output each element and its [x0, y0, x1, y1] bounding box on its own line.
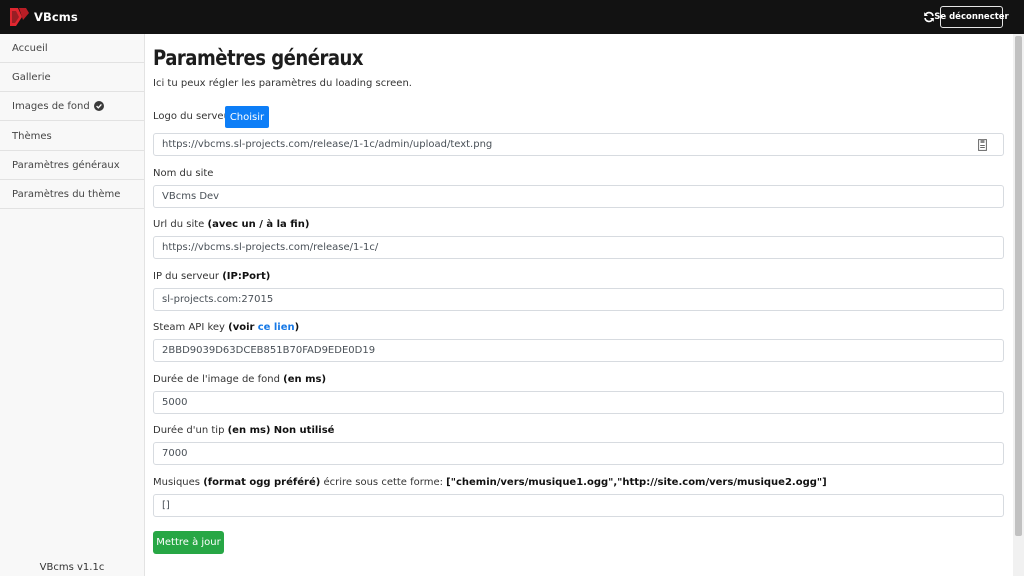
- site-name-value: VBcms Dev: [162, 191, 220, 202]
- sidebar-item-parametres-generaux[interactable]: Paramètres généraux: [0, 151, 144, 180]
- sidebar-item-parametres-du-theme[interactable]: Paramètres du thème: [0, 180, 144, 209]
- page-intro: Ici tu peux régler les paramètres du loa…: [153, 78, 412, 89]
- server-ip-label: IP du serveur (IP:Port): [153, 271, 270, 282]
- sidebar-item-label: Paramètres du thème: [12, 188, 121, 200]
- steam-key-label: Steam API key (voir ce lien): [153, 322, 299, 333]
- site-url-label: Url du site (avec un / à la fin): [153, 219, 309, 230]
- page-scrollbar[interactable]: [1013, 34, 1024, 576]
- brand[interactable]: VBcms: [8, 7, 78, 27]
- sidebar-item-label: Thèmes: [12, 130, 52, 142]
- update-button[interactable]: Mettre à jour: [153, 531, 224, 554]
- brand-logo-icon: [10, 8, 29, 26]
- tip-duration-note: Non utilisé: [273, 425, 335, 436]
- scrollbar-thumb[interactable]: [1015, 36, 1022, 536]
- music-label: Musiques (format ogg préféré) écrire sou…: [153, 477, 827, 488]
- version-label: VBcms v1.1c: [39, 562, 105, 573]
- tip-duration-label: Durée d'un tip (en ms) Non utilisé: [153, 425, 334, 436]
- steam-key-value: 2BBD9039D63DCEB851B70FAD9EDE0D19: [162, 345, 376, 356]
- main-content: Paramètres généraux Ici tu peux régler l…: [153, 34, 1004, 576]
- tip-duration-hint: (en ms): [227, 425, 271, 436]
- steam-key-hint-close: ): [294, 322, 300, 333]
- tip-duration-field[interactable]: 7000: [153, 442, 1004, 465]
- sidebar-item-themes[interactable]: Thèmes: [0, 122, 144, 151]
- logout-button[interactable]: Se déconnecter: [934, 6, 1009, 28]
- site-name-field[interactable]: VBcms Dev: [153, 185, 1004, 208]
- sidebar-item-label: Images de fond: [12, 100, 90, 112]
- file-icon[interactable]: [978, 139, 987, 151]
- logo-url-field[interactable]: https://vbcms.sl-projects.com/release/1-…: [153, 133, 1004, 156]
- logo-url-value: https://vbcms.sl-projects.com/release/1-…: [162, 139, 493, 150]
- sidebar-item-accueil[interactable]: Accueil: [0, 34, 144, 63]
- site-url-value: https://vbcms.sl-projects.com/release/1-…: [162, 242, 379, 253]
- choose-logo-button[interactable]: Choisir: [225, 106, 269, 128]
- sidebar-item-label: Gallerie: [12, 71, 51, 83]
- bg-duration-label: Durée de l'image de fond (en ms): [153, 374, 326, 385]
- steam-key-field[interactable]: 2BBD9039D63DCEB851B70FAD9EDE0D19: [153, 339, 1004, 362]
- check-circle-icon: [93, 101, 104, 111]
- sidebar-item-images-de-fond[interactable]: Images de fond: [0, 92, 144, 121]
- steam-key-label-text: Steam API key: [153, 322, 225, 333]
- top-navbar: VBcms Se déconnecter: [0, 0, 1024, 34]
- sidebar-item-label: Accueil: [12, 42, 48, 54]
- bg-duration-value: 5000: [162, 397, 188, 408]
- site-name-label: Nom du site: [153, 168, 214, 179]
- brand-name: VBcms: [34, 10, 78, 24]
- tip-duration-label-text: Durée d'un tip: [153, 425, 225, 436]
- music-label-text: Musiques: [153, 477, 201, 488]
- server-ip-field[interactable]: sl-projects.com:27015: [153, 288, 1004, 311]
- music-field[interactable]: []: [153, 494, 1004, 517]
- logo-label: Logo du serveur: [153, 111, 235, 122]
- page-title: Paramètres généraux: [153, 46, 364, 70]
- steam-key-link[interactable]: ce lien: [258, 322, 295, 333]
- sidebar-item-gallerie[interactable]: Gallerie: [0, 63, 144, 92]
- server-ip-label-text: IP du serveur: [153, 271, 220, 282]
- music-example: ["chemin/vers/musique1.ogg","http://site…: [446, 477, 827, 488]
- site-url-hint: (avec un / à la fin): [207, 219, 310, 230]
- tip-duration-value: 7000: [162, 448, 188, 459]
- server-ip-value: sl-projects.com:27015: [162, 294, 274, 305]
- site-url-field[interactable]: https://vbcms.sl-projects.com/release/1-…: [153, 236, 1004, 259]
- music-value: []: [162, 500, 170, 511]
- bg-duration-hint: (en ms): [283, 374, 327, 385]
- music-instruction: écrire sous cette forme:: [323, 477, 443, 488]
- server-ip-hint: (IP:Port): [222, 271, 271, 282]
- site-url-label-text: Url du site: [153, 219, 205, 230]
- sidebar: Accueil Gallerie Images de fond Thèmes P…: [0, 34, 145, 576]
- bg-duration-label-text: Durée de l'image de fond: [153, 374, 280, 385]
- bg-duration-field[interactable]: 5000: [153, 391, 1004, 414]
- music-hint: (format ogg préféré): [203, 477, 321, 488]
- steam-key-hint-open: (voir: [228, 322, 255, 333]
- sidebar-item-label: Paramètres généraux: [12, 159, 120, 171]
